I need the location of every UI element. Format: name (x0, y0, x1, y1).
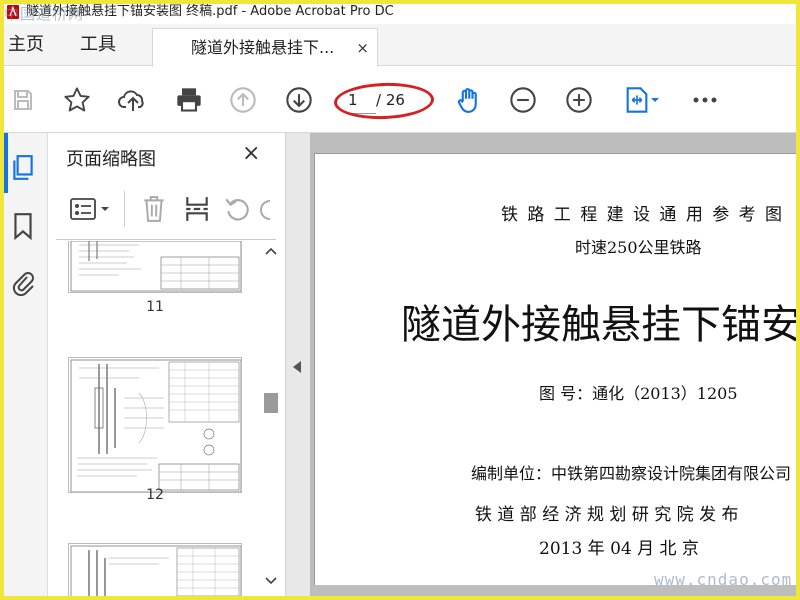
app-window: 隧道外接触悬挂下锚安装图 终稿.pdf - Adobe Acrobat Pro … (4, 4, 796, 596)
tab-tools[interactable]: 工具 (80, 24, 116, 66)
panel-collapse-handle[interactable] (286, 133, 310, 596)
doc-main-title: 隧道外接触悬挂下锚安装 (401, 302, 796, 348)
tab-document[interactable]: 隧道外接触悬挂下... × (152, 28, 378, 67)
previous-page-button[interactable] (228, 85, 258, 115)
delete-page-button[interactable] (142, 195, 166, 227)
tab-document-label: 隧道外接触悬挂下... (191, 38, 335, 57)
doc-compiler: 编制单位：中铁第四勘察设计院集团有限公司 (471, 464, 792, 483)
bookmarks-button[interactable] (8, 211, 38, 241)
panel-title: 页面缩略图 (66, 149, 156, 170)
doc-speed-line: 时速250公里铁路 (575, 238, 702, 257)
scroll-up-icon[interactable] (265, 247, 277, 255)
scroll-down-icon[interactable] (265, 577, 277, 585)
trash-icon (144, 196, 164, 222)
paperclip-icon (12, 272, 34, 296)
page-thumbnails-button[interactable] (8, 153, 38, 183)
pdf-page: 铁 路 工 程 建 设 通 用 参 考 图 时速250公里铁路 隧道外接触悬挂下… (314, 153, 796, 585)
page-down-icon (286, 87, 312, 113)
hand-tool-icon (457, 88, 477, 113)
tab-home[interactable]: 主页 (8, 24, 44, 66)
doc-drawing-number: 图 号：通化（2013）1205 (539, 384, 738, 403)
thumbnail-label: 12 (146, 487, 164, 503)
document-view: 铁 路 工 程 建 设 通 用 参 考 图 时速250公里铁路 隧道外接触悬挂下… (310, 133, 796, 596)
zoom-in-button[interactable] (564, 85, 594, 115)
page-up-icon (230, 87, 256, 113)
list-options-icon (70, 198, 96, 220)
bookmark-icon (14, 213, 32, 240)
zoom-out-button[interactable] (508, 85, 538, 115)
doc-publisher: 铁 道 部 经 济 规 划 研 究 院 发 布 (475, 505, 739, 525)
collapse-arrow-icon (293, 361, 301, 373)
panel-separator (56, 239, 276, 240)
extract-pages-icon (186, 197, 208, 221)
save-icon (14, 90, 32, 110)
fit-page-icon (626, 87, 648, 113)
title-bar: 隧道外接触悬挂下锚安装图 终稿.pdf - Adobe Acrobat Pro … (4, 4, 796, 24)
rotate-clockwise-icon (260, 200, 271, 220)
print-button[interactable] (174, 85, 204, 115)
zoom-in-icon (566, 87, 592, 113)
extract-page-button[interactable] (184, 195, 210, 227)
bookmark-star-icon (64, 87, 90, 112)
thumbnail-drawing (70, 359, 241, 492)
thumbnail-page-12[interactable] (68, 357, 242, 493)
zoom-out-icon (510, 87, 536, 113)
watermark-bottom: www.cndao.com (654, 570, 793, 589)
panel-close-icon[interactable]: × (242, 141, 260, 166)
rotate-clockwise-button[interactable] (260, 199, 272, 221)
tab-bar: 主页 工具 隧道外接触悬挂下... × (4, 24, 796, 67)
upload-icon (118, 90, 144, 111)
chevron-down-icon (651, 98, 659, 102)
more-icon (693, 97, 717, 103)
share-upload-button[interactable] (118, 85, 148, 115)
next-page-button[interactable] (284, 85, 314, 115)
thumbnail-toolbar (62, 191, 274, 227)
fit-page-dropdown[interactable] (620, 85, 664, 115)
attachments-button[interactable] (8, 267, 38, 297)
rotate-page-button[interactable] (224, 195, 250, 227)
print-icon (177, 88, 201, 112)
scrollbar-thumb[interactable] (264, 393, 278, 413)
pages-icon (13, 155, 33, 180)
bookmark-button[interactable] (62, 85, 92, 115)
rotate-icon (225, 198, 249, 221)
toolbar-divider (124, 191, 125, 227)
tab-close-icon[interactable]: × (356, 29, 369, 67)
navigation-rail (4, 133, 48, 596)
chevron-down-icon (101, 207, 109, 211)
save-button[interactable] (8, 85, 38, 115)
thumbnail-label: 11 (146, 299, 164, 315)
page-thumbnails-panel: 页面缩略图 × 11 12 (48, 133, 286, 596)
doc-series-title: 铁 路 工 程 建 设 通 用 参 考 图 (501, 205, 785, 225)
watermark-top: 中国道桥网 (4, 5, 85, 23)
thumbnail-scrollbar[interactable] (262, 243, 280, 593)
thumbnail-drawing (70, 545, 241, 596)
thumbnail-options-dropdown[interactable] (70, 195, 116, 223)
thumbnail-page-11[interactable] (68, 241, 242, 293)
doc-date: 2013 年 04 月 北 京 (539, 539, 699, 559)
thumbnail-drawing (70, 241, 241, 292)
main-toolbar: / 26 (4, 67, 796, 133)
more-tools-button[interactable] (690, 85, 720, 115)
thumbnail-page-13[interactable] (68, 543, 242, 596)
hand-tool-button[interactable] (454, 85, 484, 115)
